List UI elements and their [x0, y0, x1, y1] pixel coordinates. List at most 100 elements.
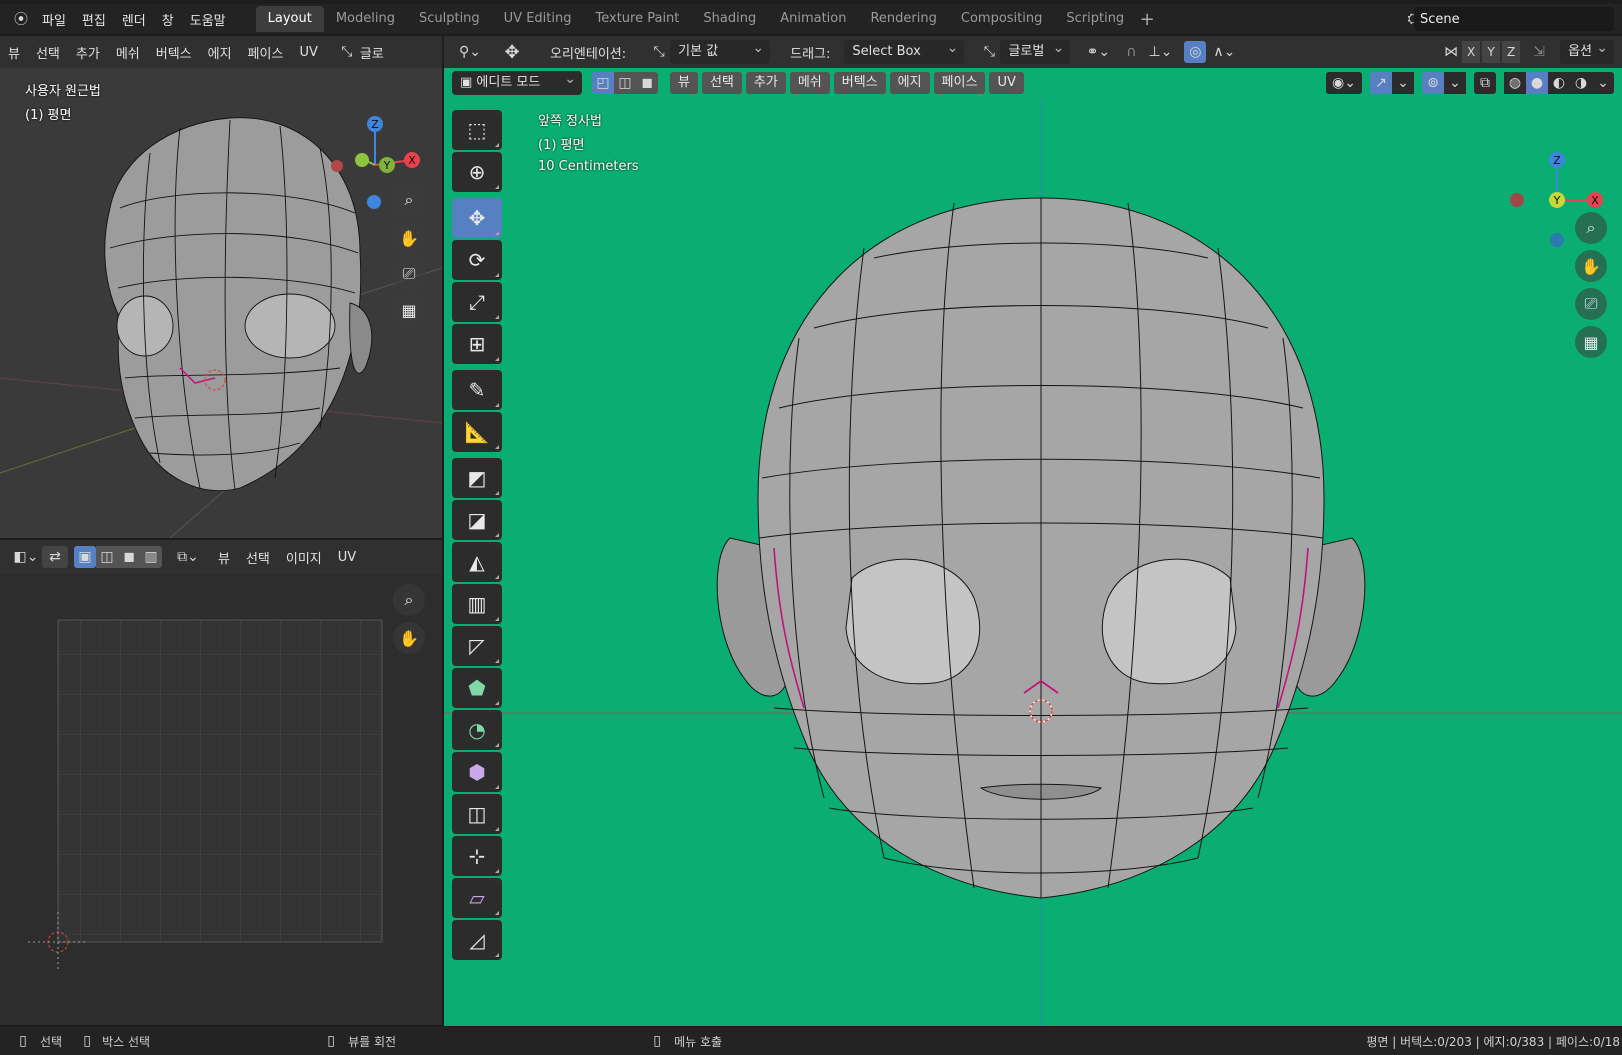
tab-animation[interactable]: Animation: [768, 6, 858, 32]
extrude-tool-icon[interactable]: ◩: [452, 458, 502, 498]
left-pan-hand-icon[interactable]: ✋: [393, 222, 425, 254]
menu-render[interactable]: 렌더: [114, 10, 154, 29]
main-ortho-grid-icon[interactable]: ▦: [1575, 326, 1607, 358]
mirror-z-button[interactable]: Z: [1502, 41, 1521, 63]
gizmo-dropdown-icon[interactable]: ⌄: [1392, 72, 1414, 94]
left-menu-face[interactable]: 페이스: [240, 43, 292, 62]
inset-tool-icon[interactable]: ◪: [452, 500, 502, 540]
menu-file[interactable]: 파일: [34, 10, 74, 29]
visibility-icon[interactable]: ◉⌄: [1326, 72, 1362, 94]
snap-target-icon[interactable]: ⊥⌄: [1142, 41, 1178, 63]
tab-scripting[interactable]: Scripting: [1054, 6, 1136, 32]
snap-icon[interactable]: ∩: [1120, 41, 1142, 63]
menu-help[interactable]: 도움말: [182, 10, 234, 29]
menu-edit[interactable]: 편집: [74, 10, 114, 29]
editor-type-icon[interactable]: ◧⌄: [10, 546, 42, 568]
tab-layout[interactable]: Layout: [255, 6, 324, 32]
main-menu-face[interactable]: 페이스: [933, 72, 986, 94]
left-camera-icon[interactable]: ⎚: [393, 258, 425, 290]
vertex-select-mode-icon[interactable]: ◰: [592, 72, 614, 94]
cursor-tool-icon[interactable]: ⊕: [452, 152, 502, 192]
tab-uv-editing[interactable]: UV Editing: [492, 6, 584, 32]
uv-island-select-icon[interactable]: ▥: [140, 546, 162, 568]
smooth-tool-icon[interactable]: ⬢: [452, 752, 502, 792]
left-perspective-grid-icon[interactable]: ▦: [393, 294, 425, 326]
left-zoom-icon[interactable]: ⌕: [393, 184, 425, 216]
move-tool-icon[interactable]: ✥: [452, 198, 502, 238]
overlays-dropdown-icon[interactable]: ⌄: [1444, 72, 1466, 94]
measure-tool-icon[interactable]: 📐: [452, 412, 502, 452]
shrink-fatten-tool-icon[interactable]: ⊹: [452, 836, 502, 876]
proportional-edit-icon[interactable]: ◎: [1184, 41, 1207, 63]
face-select-mode-icon[interactable]: ◼: [636, 72, 658, 94]
tab-rendering[interactable]: Rendering: [858, 6, 948, 32]
auto-merge-icon[interactable]: ⇲: [1528, 41, 1550, 63]
bevel-tool-icon[interactable]: ◭: [452, 542, 502, 582]
tab-sculpting[interactable]: Sculpting: [407, 6, 492, 32]
main-zoom-icon[interactable]: ⌕: [1575, 212, 1607, 244]
transform-tool-icon[interactable]: ⊞: [452, 324, 502, 364]
orientation-dropdown[interactable]: 기본 값: [670, 36, 771, 64]
scale-tool-icon[interactable]: ⤢: [452, 282, 502, 322]
transform-orientation-icon[interactable]: ⤡: [336, 41, 358, 63]
left-menu-view[interactable]: 뷰: [0, 43, 28, 62]
pivot-icon[interactable]: ⚭⌄: [1080, 41, 1116, 63]
main-menu-uv[interactable]: UV: [989, 72, 1024, 94]
uv-face-select-icon[interactable]: ◼: [118, 546, 140, 568]
annotate-tool-icon[interactable]: ✎: [452, 370, 502, 410]
left-3d-viewport[interactable]: 뷰 선택 추가 메쉬 버텍스 에지 페이스 UV ⤡ 글로 Z X Y 사용자 …: [0, 36, 442, 538]
main-menu-select[interactable]: 선택: [701, 72, 742, 94]
loop-cut-tool-icon[interactable]: ▥: [452, 584, 502, 624]
knife-tool-icon[interactable]: ◸: [452, 626, 502, 666]
mirror-y-button[interactable]: Y: [1482, 41, 1501, 63]
poly-build-tool-icon[interactable]: ⬟: [452, 668, 502, 708]
main-camera-icon[interactable]: ⎚: [1575, 288, 1607, 320]
tab-texture-paint[interactable]: Texture Paint: [584, 6, 692, 32]
tab-shading[interactable]: Shading: [691, 6, 768, 32]
menu-window[interactable]: 창: [154, 10, 182, 29]
uv-zoom-icon[interactable]: ⌕: [393, 584, 425, 616]
options-dropdown[interactable]: 옵션: [1560, 36, 1614, 64]
left-menu-uv[interactable]: UV: [291, 45, 325, 60]
uv-editor-panel[interactable]: ◧⌄ ⇄ ▣ ◫ ◼ ▥ ⧉⌄ 뷰 선택 이미지 UV ⌕ ✋: [0, 540, 442, 1025]
mirror-icon[interactable]: ⋈: [1440, 41, 1462, 63]
gizmo-toggle-icon[interactable]: ↗: [1370, 72, 1392, 94]
solid-shading-icon[interactable]: ●: [1526, 72, 1548, 94]
transform-space-dropdown[interactable]: 글로벌: [1000, 36, 1071, 64]
left-menu-mesh[interactable]: 메쉬: [108, 43, 148, 62]
mode-dropdown[interactable]: ▣ 에디트 모드: [452, 67, 582, 95]
main-menu-view[interactable]: 뷰: [670, 72, 698, 94]
uv-menu-view[interactable]: 뷰: [210, 548, 238, 567]
rendered-shading-icon[interactable]: ◑: [1570, 72, 1592, 94]
main-menu-vertex[interactable]: 버텍스: [833, 72, 886, 94]
rotate-tool-icon[interactable]: ⟳: [452, 240, 502, 280]
uv-menu-select[interactable]: 선택: [238, 548, 278, 567]
sync-selection-icon[interactable]: ⇄: [42, 546, 68, 568]
mirror-x-button[interactable]: X: [1462, 41, 1481, 63]
uv-menu-image[interactable]: 이미지: [278, 548, 330, 567]
main-3d-viewport[interactable]: ⚲⌄ ✥ 오리엔테이션: ⤡ 기본 값 드래그: Select Box ⤡ 글로…: [444, 36, 1622, 1026]
left-menu-select[interactable]: 선택: [28, 43, 68, 62]
edge-select-mode-icon[interactable]: ◫: [614, 72, 636, 94]
left-menu-add[interactable]: 추가: [68, 43, 108, 62]
shear-tool-icon[interactable]: ▱: [452, 878, 502, 918]
tool-icon[interactable]: ⚲⌄: [452, 41, 488, 63]
uv-edge-select-icon[interactable]: ◫: [96, 546, 118, 568]
overlays-icon[interactable]: ⊚: [1422, 72, 1444, 94]
wireframe-shading-icon[interactable]: ◍: [1504, 72, 1526, 94]
scene-field[interactable]: Scene: [1414, 7, 1614, 31]
falloff-icon[interactable]: ∧⌄: [1206, 41, 1242, 63]
shading-dropdown-icon[interactable]: ⌄: [1592, 72, 1614, 94]
main-menu-edge[interactable]: 에지: [889, 72, 930, 94]
blender-logo-icon[interactable]: ⦿: [8, 8, 34, 30]
main-menu-mesh[interactable]: 메쉬: [789, 72, 830, 94]
tab-compositing[interactable]: Compositing: [949, 6, 1055, 32]
add-workspace-icon[interactable]: +: [1136, 8, 1158, 30]
select-box-tool-icon[interactable]: ⬚: [452, 110, 502, 150]
uv-vertex-select-icon[interactable]: ▣: [74, 546, 96, 568]
left-transform-label[interactable]: 글로: [358, 43, 386, 62]
main-menu-add[interactable]: 추가: [745, 72, 786, 94]
main-pan-hand-icon[interactable]: ✋: [1575, 250, 1607, 282]
xray-icon[interactable]: ⧉: [1474, 72, 1496, 94]
left-menu-vertex[interactable]: 버텍스: [148, 43, 200, 62]
